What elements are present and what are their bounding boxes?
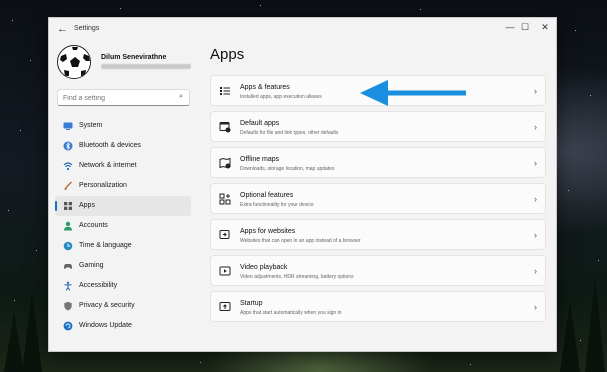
card-title: Apps for websites xyxy=(240,228,296,235)
card-description: Installed apps, app execution aliases xyxy=(240,94,322,100)
card-startup[interactable]: Startup Apps that start automatically wh… xyxy=(210,291,546,322)
search-input[interactable] xyxy=(63,92,173,104)
person-icon xyxy=(63,221,73,231)
page-title: Apps xyxy=(210,46,245,63)
update-icon xyxy=(63,321,73,331)
card-title: Offline maps xyxy=(240,156,280,163)
chevron-right-icon: › xyxy=(534,86,537,96)
sidebar-item-personalization[interactable]: Personalization xyxy=(55,176,191,196)
card-optional-features[interactable]: Optional features Extra functionality fo… xyxy=(210,183,546,214)
annotation-arrow-icon xyxy=(360,80,466,106)
minimize-button[interactable]: — xyxy=(504,22,516,32)
settings-card-list: Apps & features Installed apps, app exec… xyxy=(210,75,546,327)
apps-icon xyxy=(63,201,73,211)
card-video-playback[interactable]: Video playback Video adjustments, HDR st… xyxy=(210,255,546,286)
back-arrow-icon[interactable]: ← xyxy=(57,23,68,35)
window-title: Settings xyxy=(74,25,100,32)
default-apps-icon xyxy=(219,121,231,133)
chevron-right-icon: › xyxy=(534,158,537,168)
card-description: Websites that can open in an app instead… xyxy=(240,238,361,244)
sidebar-item-label: Accounts xyxy=(79,222,108,229)
startup-icon xyxy=(219,301,231,313)
soccer-ball-icon xyxy=(59,47,90,78)
bluetooth-icon xyxy=(63,141,73,151)
map-icon xyxy=(219,157,231,169)
card-description: Downloads, storage location, map updates xyxy=(240,166,335,172)
wifi-icon xyxy=(63,161,73,171)
sidebar-item-accessibility[interactable]: Accessibility xyxy=(55,276,191,296)
sidebar-item-privacy-security[interactable]: Privacy & security xyxy=(55,296,191,316)
card-default-apps[interactable]: Default apps Defaults for file and link … xyxy=(210,111,546,142)
sidebar-item-time-language[interactable]: Time & language xyxy=(55,236,191,256)
close-button[interactable]: ✕ xyxy=(539,22,551,33)
card-apps-for-websites[interactable]: Apps for websites Websites that can open… xyxy=(210,219,546,250)
link-app-icon xyxy=(219,229,231,241)
list-icon xyxy=(219,85,231,97)
settings-window: ← Settings — ☐ ✕ Dilum Senevirathne ⌕ Sy xyxy=(48,17,557,352)
chevron-right-icon: › xyxy=(534,302,537,312)
user-email-redacted xyxy=(101,64,191,69)
sidebar-item-label: Accessibility xyxy=(79,282,118,289)
grid-plus-icon xyxy=(219,193,231,205)
monitor-icon xyxy=(63,121,73,131)
sidebar-item-label: Personalization xyxy=(79,182,127,189)
accessibility-icon xyxy=(63,281,73,291)
controller-icon xyxy=(63,261,73,271)
search-box[interactable]: ⌕ xyxy=(57,89,190,106)
sidebar-nav: System Bluetooth & devices Network & int… xyxy=(55,116,191,336)
sidebar-item-label: Bluetooth & devices xyxy=(79,142,141,149)
card-description: Defaults for file and link types, other … xyxy=(240,130,339,136)
sidebar-item-system[interactable]: System xyxy=(55,116,191,136)
title-bar: ← Settings — ☐ ✕ xyxy=(49,18,556,42)
globe-clock-icon xyxy=(63,241,73,251)
card-title: Startup xyxy=(240,300,263,307)
avatar[interactable] xyxy=(57,45,91,79)
card-title: Apps & features xyxy=(240,84,290,91)
card-title: Default apps xyxy=(240,120,280,127)
video-icon xyxy=(219,265,231,277)
sidebar-item-bluetooth[interactable]: Bluetooth & devices xyxy=(55,136,191,156)
chevron-right-icon: › xyxy=(534,194,537,204)
sidebar-item-gaming[interactable]: Gaming xyxy=(55,256,191,276)
card-offline-maps[interactable]: Offline maps Downloads, storage location… xyxy=(210,147,546,178)
card-description: Extra functionality for your device xyxy=(240,202,314,208)
card-title: Video playback xyxy=(240,264,288,271)
user-name: Dilum Senevirathne xyxy=(101,54,167,61)
chevron-right-icon: › xyxy=(534,230,537,240)
sidebar-item-windows-update[interactable]: Windows Update xyxy=(55,316,191,336)
sidebar-item-network[interactable]: Network & internet xyxy=(55,156,191,176)
search-icon[interactable]: ⌕ xyxy=(179,93,183,101)
sidebar-item-label: Apps xyxy=(79,202,95,209)
shield-icon xyxy=(63,301,73,311)
sidebar-item-label: Network & internet xyxy=(79,162,137,169)
card-title: Optional features xyxy=(240,192,294,199)
sidebar-item-label: Gaming xyxy=(79,262,104,269)
maximize-button[interactable]: ☐ xyxy=(519,22,531,33)
brush-icon xyxy=(63,181,73,191)
sidebar-item-label: Privacy & security xyxy=(79,302,135,309)
sidebar-item-label: Time & language xyxy=(79,242,132,249)
sidebar-item-label: System xyxy=(79,122,103,129)
card-description: Apps that start automatically when you s… xyxy=(240,310,342,316)
sidebar-item-apps[interactable]: Apps xyxy=(55,196,191,216)
card-description: Video adjustments, HDR streaming, batter… xyxy=(240,274,354,280)
sidebar-item-accounts[interactable]: Accounts xyxy=(55,216,191,236)
chevron-right-icon: › xyxy=(534,122,537,132)
sidebar-item-label: Windows Update xyxy=(79,322,132,329)
chevron-right-icon: › xyxy=(534,266,537,276)
